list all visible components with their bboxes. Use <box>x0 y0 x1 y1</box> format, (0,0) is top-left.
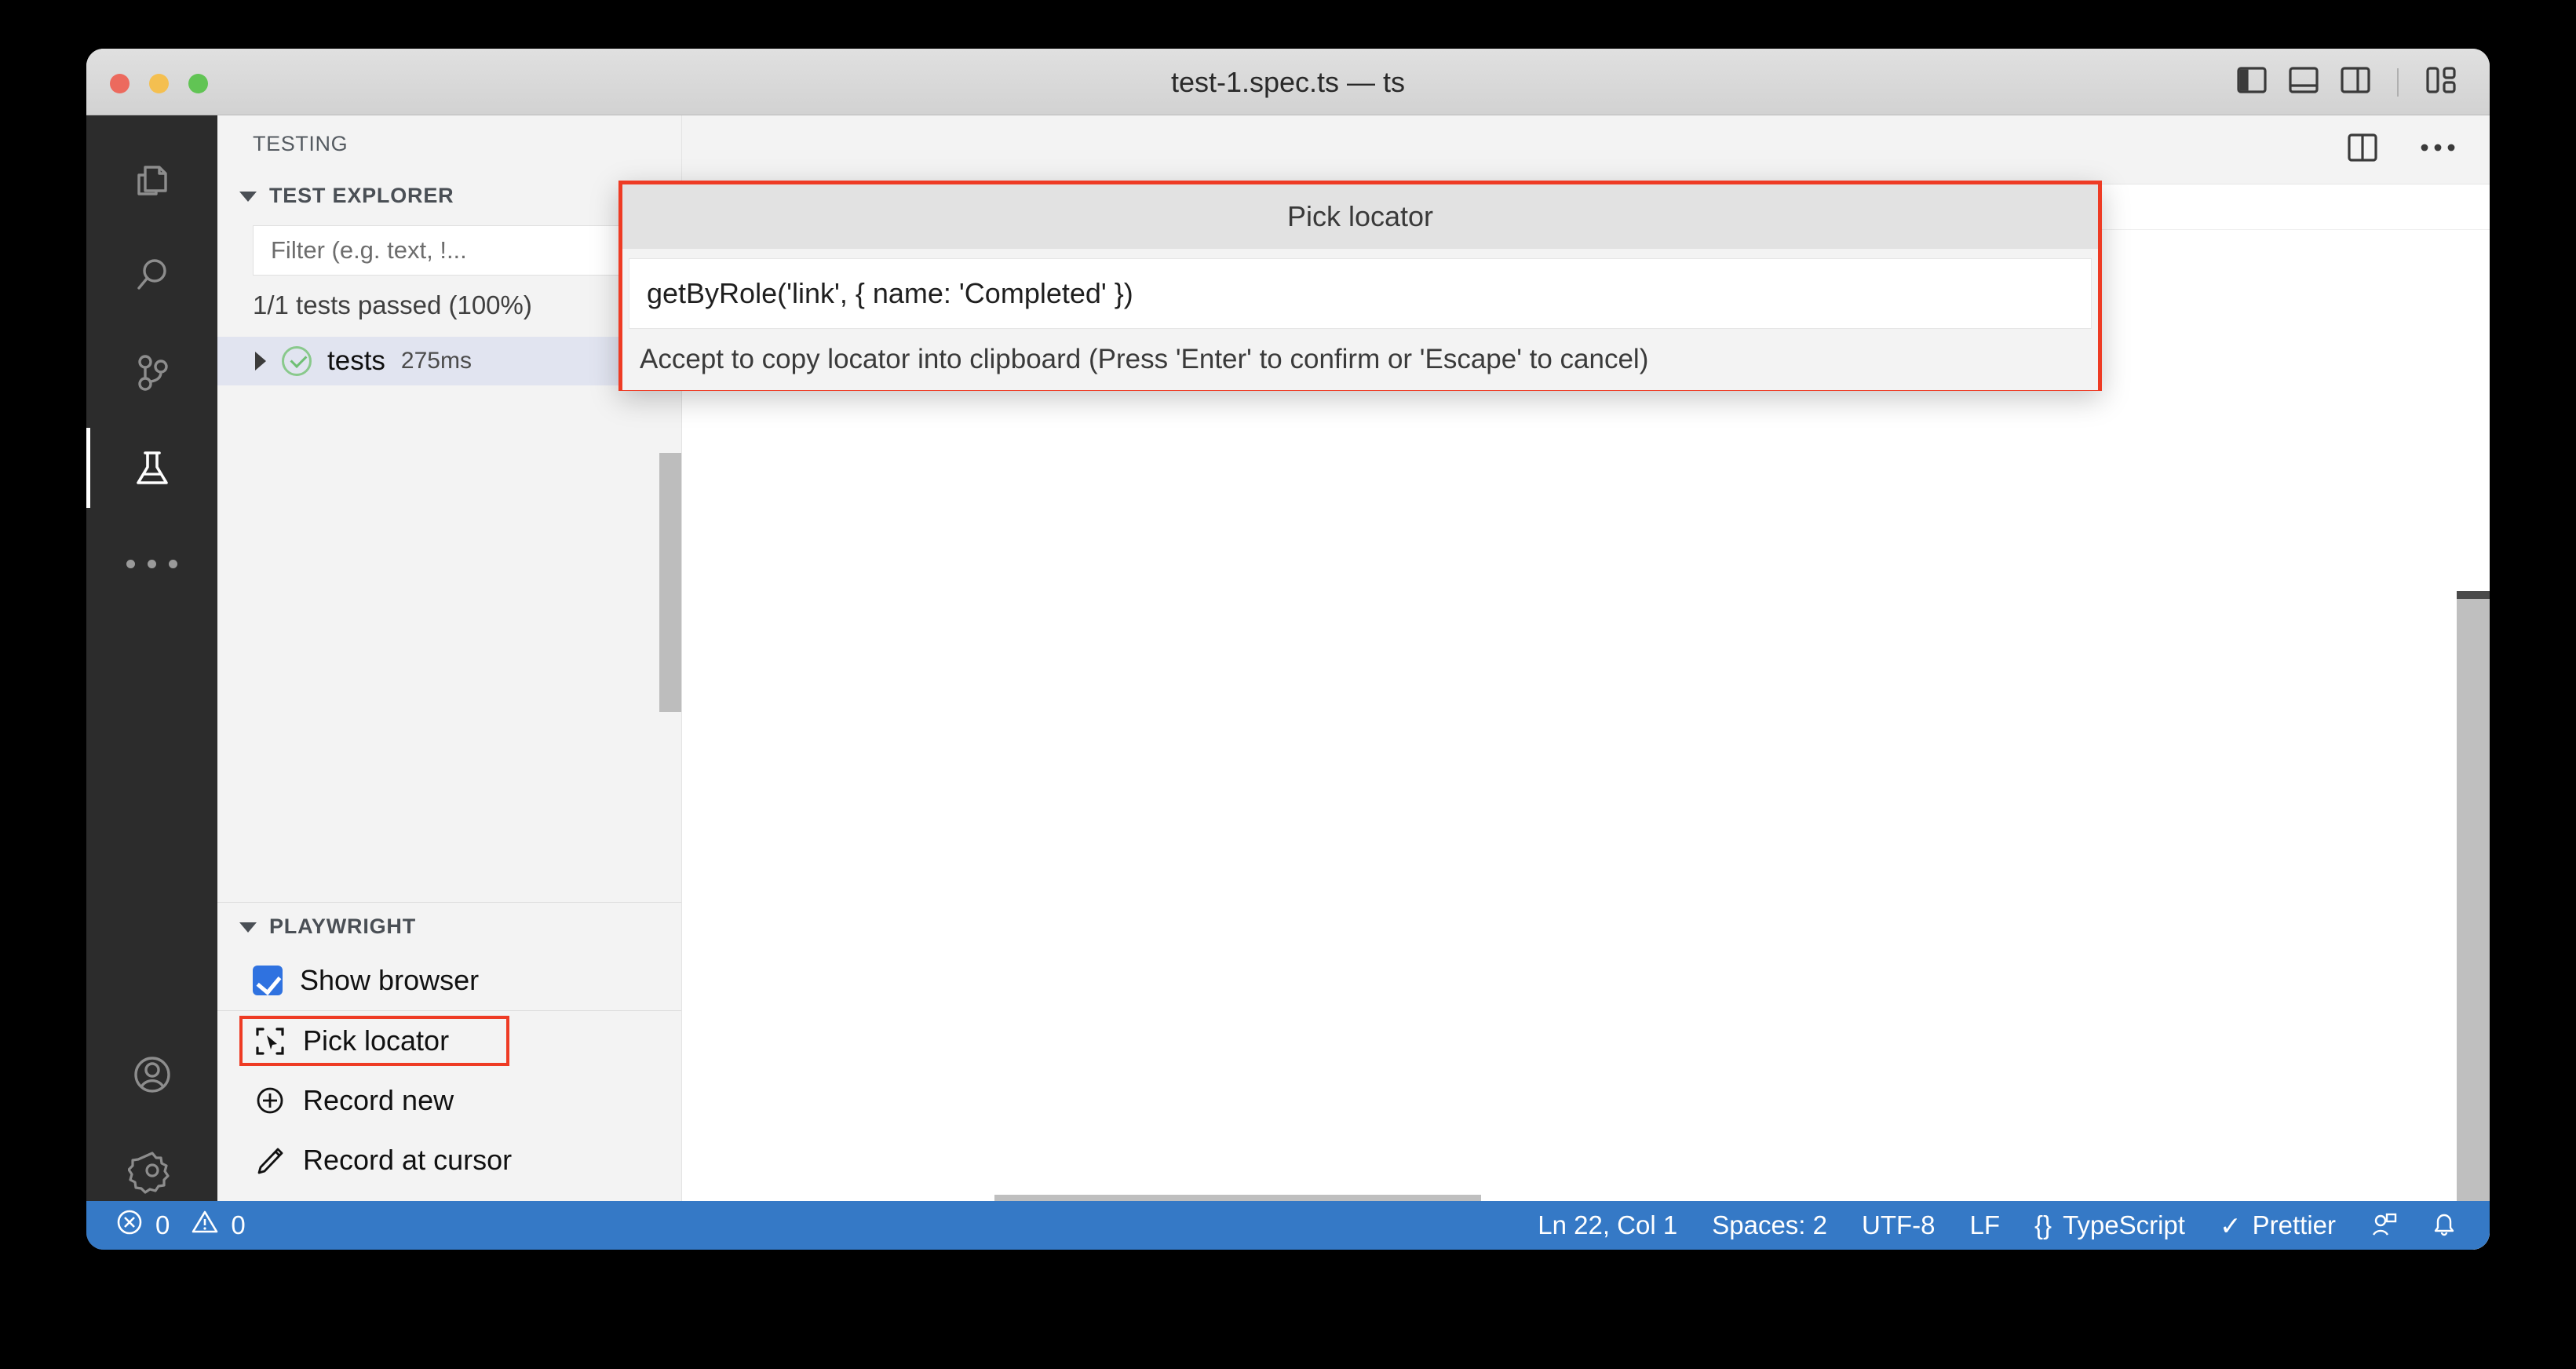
sidebar-item-explorer[interactable] <box>86 133 217 228</box>
error-icon <box>116 1209 143 1242</box>
split-editor-icon[interactable] <box>2347 133 2378 166</box>
bell-icon[interactable] <box>2432 1212 2457 1239</box>
sidebar-item-accounts[interactable] <box>86 1027 217 1123</box>
remote-feedback-icon[interactable] <box>2370 1212 2397 1239</box>
status-formatter-label: Prettier <box>2252 1210 2336 1239</box>
editor-tab-bar <box>682 115 2490 184</box>
check-icon: ✓ <box>2219 1210 2242 1240</box>
beaker-icon <box>136 451 168 484</box>
sidebar-item-source-control[interactable] <box>86 324 217 420</box>
customize-layout-icon[interactable] <box>2425 67 2457 97</box>
sidebar-item-search[interactable] <box>86 228 217 324</box>
editor-scrollbar-marker <box>2457 591 2490 599</box>
pick-locator-dialog: Pick locator getByRole('link', { name: '… <box>618 181 2102 391</box>
toggle-secondary-sidebar-icon[interactable] <box>2341 67 2370 97</box>
test-summary: 1/1 tests passed (100%) <box>253 290 532 319</box>
account-icon <box>133 1057 170 1093</box>
test-filter-input[interactable]: Filter (e.g. text, !... <box>253 225 658 276</box>
pick-locator-input[interactable]: getByRole('link', { name: 'Completed' }) <box>629 258 2092 329</box>
status-formatter[interactable]: ✓ Prettier <box>2220 1210 2336 1241</box>
test-row-label: tests <box>327 345 385 377</box>
plus-circle-icon <box>253 1085 287 1116</box>
playwright-header[interactable]: PLAYWRIGHT <box>217 903 681 950</box>
test-explorer-header[interactable]: TEST EXPLORER <box>217 172 681 219</box>
record-new-action[interactable]: Record new <box>217 1071 681 1130</box>
status-bar: 0 0 Ln 22, Col 1 Spaces: 2 UTF-8 LF {} T… <box>86 1201 2490 1250</box>
vscode-window: test-1.spec.ts — ts TESTING TEST EXPLORE… <box>86 49 2490 1250</box>
record-new-label: Record new <box>303 1084 454 1116</box>
status-right-group: Ln 22, Col 1 Spaces: 2 UTF-8 LF {} TypeS… <box>1538 1210 2490 1241</box>
pick-locator-dialog-title: Pick locator <box>622 184 2098 249</box>
source-control-icon <box>137 355 168 391</box>
pick-locator-action[interactable]: Pick locator <box>217 1011 681 1071</box>
activity-bar <box>86 115 217 1250</box>
sidebar-view-title: TESTING <box>253 131 348 155</box>
playwright-section: PLAYWRIGHT Show browser Pick locator Rec… <box>217 902 681 1250</box>
status-language-mode[interactable]: {} TypeScript <box>2034 1210 2185 1240</box>
test-tree-row[interactable]: tests 275ms <box>217 337 681 386</box>
sidebar-item-more[interactable] <box>86 516 217 611</box>
show-browser-row[interactable]: Show browser <box>217 950 681 1011</box>
record-at-cursor-action[interactable]: Record at cursor <box>217 1130 681 1190</box>
test-explorer-header-label: TEST EXPLORER <box>269 183 454 207</box>
chevron-right-icon[interactable] <box>255 352 266 371</box>
ellipsis-icon <box>126 559 177 568</box>
status-problems[interactable]: 0 0 <box>86 1209 246 1242</box>
window-title: test-1.spec.ts — ts <box>1170 65 1406 98</box>
chevron-down-icon <box>239 192 257 202</box>
files-icon <box>137 166 167 195</box>
playwright-header-label: PLAYWRIGHT <box>269 914 417 938</box>
primary-sidebar: TESTING TEST EXPLORER Filter (e.g. text,… <box>217 115 682 1250</box>
editor-vertical-scrollbar[interactable] <box>2457 599 2490 1250</box>
layout-controls <box>2237 49 2457 115</box>
show-browser-label: Show browser <box>300 963 480 996</box>
pick-locator-input-wrapper: getByRole('link', { name: 'Completed' }) <box>622 249 2098 329</box>
sidebar-scrollbar[interactable] <box>659 453 681 712</box>
pencil-icon <box>253 1144 287 1176</box>
more-actions-icon[interactable] <box>2419 141 2457 158</box>
test-filter-placeholder: Filter (e.g. text, !... <box>271 236 467 264</box>
search-icon <box>137 259 166 290</box>
layout-divider <box>2397 68 2399 97</box>
gear-icon <box>127 1152 170 1194</box>
title-bar: test-1.spec.ts — ts <box>86 49 2490 115</box>
sidebar-item-testing[interactable] <box>86 420 217 516</box>
sidebar-filler <box>217 385 681 902</box>
toggle-panel-icon[interactable] <box>2289 67 2319 97</box>
toggle-primary-sidebar-icon[interactable] <box>2237 67 2267 97</box>
test-row-duration: 275ms <box>400 348 472 374</box>
status-cursor-position[interactable]: Ln 22, Col 1 <box>1538 1210 1677 1240</box>
warning-icon <box>192 1209 218 1242</box>
warning-count: 0 <box>231 1210 246 1239</box>
status-indentation[interactable]: Spaces: 2 <box>1712 1210 1827 1240</box>
show-browser-checkbox[interactable] <box>253 965 283 995</box>
pick-locator-icon <box>253 1025 287 1057</box>
pick-locator-hint: Accept to copy locator into clipboard (P… <box>622 329 2098 390</box>
test-passed-icon <box>282 346 312 377</box>
chevron-down-icon <box>239 922 257 933</box>
pick-locator-label: Pick locator <box>303 1024 450 1057</box>
braces-icon: {} <box>2034 1210 2052 1239</box>
status-eol[interactable]: LF <box>1970 1210 2001 1240</box>
status-encoding[interactable]: UTF-8 <box>1862 1210 1936 1240</box>
record-at-cursor-label: Record at cursor <box>303 1144 513 1176</box>
status-language-label: TypeScript <box>2063 1210 2185 1239</box>
error-count: 0 <box>155 1210 170 1239</box>
